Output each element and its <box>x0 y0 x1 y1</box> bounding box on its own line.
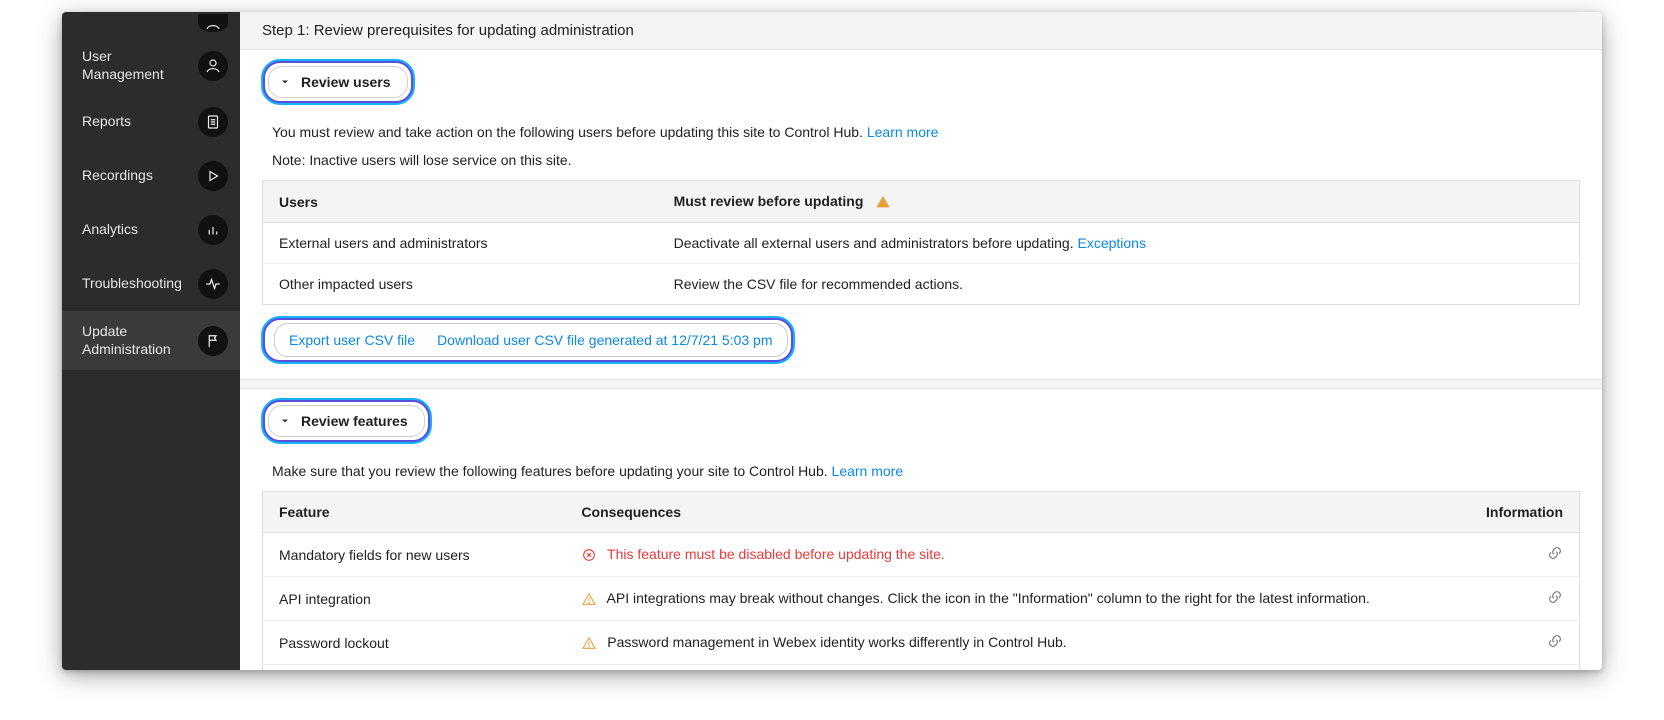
sidebar-item-update-administration[interactable]: Update Administration <box>62 311 240 370</box>
features-table-body: Mandatory fields for new users This feat… <box>263 533 1580 670</box>
feature-col-header: Feature <box>263 492 566 533</box>
section-separator <box>240 379 1602 389</box>
sidebar-item-label: Reports <box>82 113 139 131</box>
accordion-label: Review users <box>301 74 391 90</box>
sidebar-item-recordings[interactable]: Recordings <box>62 149 240 203</box>
chevron-down-icon <box>279 415 291 427</box>
document-icon <box>198 107 228 137</box>
accordion-review-features[interactable]: Review features <box>268 405 425 437</box>
sidebar-item-label: Update Administration <box>82 323 198 358</box>
error-icon <box>581 547 597 563</box>
main-content: Step 1: Review prerequisites for updatin… <box>240 12 1602 670</box>
sidebar-item-analytics[interactable]: Analytics <box>62 203 240 257</box>
activity-icon <box>198 269 228 299</box>
highlight-ring: Review users <box>262 60 414 104</box>
csv-links-pill: Export user CSV file Download user CSV f… <box>274 323 788 357</box>
sidebar: User Management Reports Recordings Analy… <box>62 12 240 670</box>
review-features-intro: Make sure that you review the following … <box>262 457 1580 485</box>
chevron-down-icon <box>279 76 291 88</box>
information-col-header: Information <box>1470 492 1580 533</box>
accordion-label: Review features <box>301 413 408 429</box>
table-row: Mandatory fields for new users This feat… <box>263 533 1580 577</box>
unknown-icon <box>198 14 228 32</box>
users-col-header: Users <box>263 181 658 223</box>
app-shell: User Management Reports Recordings Analy… <box>62 12 1602 670</box>
info-link-icon[interactable] <box>1547 589 1563 605</box>
bar-chart-icon <box>198 215 228 245</box>
export-user-csv-link[interactable]: Export user CSV file <box>289 332 415 348</box>
users-table-body: External users and administrators Deacti… <box>263 223 1580 305</box>
table-row: Password lockout Password management in … <box>263 621 1580 665</box>
table-row: External users and administrators Deacti… <box>263 223 1580 264</box>
exceptions-link[interactable]: Exceptions <box>1077 235 1145 251</box>
sidebar-item-label: Troubleshooting <box>82 275 190 293</box>
features-table: Feature Consequences Information Mandato… <box>262 491 1580 670</box>
must-review-col-header: Must review before updating <box>658 181 1580 223</box>
highlight-ring: Review features <box>262 399 431 443</box>
sidebar-item-user-management[interactable]: User Management <box>62 36 240 95</box>
review-users-note: Note: Inactive users will lose service o… <box>262 146 1580 174</box>
table-row: Administrator control of user name chang… <box>263 665 1580 670</box>
highlight-ring: Export user CSV file Download user CSV f… <box>262 317 794 363</box>
review-users-intro: You must review and take action on the f… <box>262 118 1580 146</box>
learn-more-link[interactable]: Learn more <box>832 463 904 479</box>
section-review-users: Review users You must review and take ac… <box>240 50 1602 379</box>
sidebar-item-label: Recordings <box>82 167 161 185</box>
sidebar-item-unknown[interactable] <box>62 12 240 36</box>
warning-icon <box>875 194 891 210</box>
info-link-icon[interactable] <box>1547 633 1563 649</box>
table-row: Other impacted users Review the CSV file… <box>263 264 1580 305</box>
users-table: Users Must review before updating Extern… <box>262 180 1580 305</box>
sidebar-item-troubleshooting[interactable]: Troubleshooting <box>62 257 240 311</box>
play-icon <box>198 161 228 191</box>
section-review-features: Review features Make sure that you revie… <box>240 389 1602 670</box>
table-row: API integration API integrations may bre… <box>263 577 1580 621</box>
info-link-icon[interactable] <box>1547 545 1563 561</box>
warning-icon <box>581 591 597 607</box>
sidebar-item-label: Analytics <box>82 221 146 239</box>
flag-icon <box>198 326 228 356</box>
user-icon <box>198 51 228 81</box>
accordion-review-users[interactable]: Review users <box>268 66 408 98</box>
sidebar-item-reports[interactable]: Reports <box>62 95 240 149</box>
consequences-col-header: Consequences <box>565 492 1469 533</box>
page-title: Step 1: Review prerequisites for updatin… <box>240 12 1602 50</box>
sidebar-item-label: User Management <box>82 48 198 83</box>
warning-icon <box>581 635 597 651</box>
download-user-csv-link[interactable]: Download user CSV file generated at 12/7… <box>437 332 772 348</box>
learn-more-link[interactable]: Learn more <box>867 124 939 140</box>
